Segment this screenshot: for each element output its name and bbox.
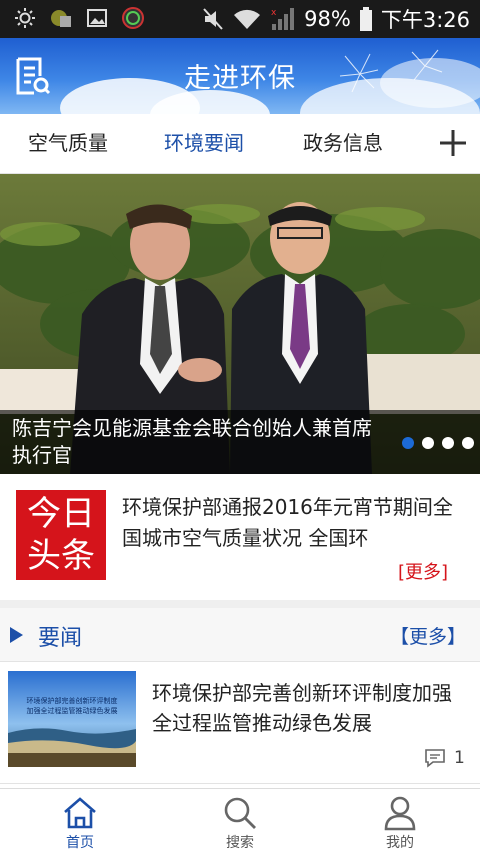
image-icon: [51, 10, 71, 27]
banner-carousel[interactable]: 陈吉宁会见能源基金会联合创始人兼首席执行官: [0, 174, 480, 474]
thumb-text: 加强全过程监管推动绿色发展: [27, 706, 118, 715]
nav-search[interactable]: 搜索: [160, 789, 320, 854]
plus-icon[interactable]: [438, 128, 468, 158]
signal-icon: x: [271, 8, 295, 30]
gallery-icon: [87, 9, 107, 27]
bottom-nav: 首页 搜索 我的: [0, 788, 480, 854]
badge-line: 头条: [27, 536, 95, 576]
home-icon: [64, 797, 96, 829]
carousel-indicator: [402, 437, 474, 449]
news-title[interactable]: 环境保护部完善创新环评制度加强全过程监管推动绿色发展: [152, 678, 462, 738]
battery-percent: 98%: [304, 7, 351, 31]
nav-profile[interactable]: 我的: [320, 789, 480, 854]
nav-home[interactable]: 首页: [0, 789, 160, 854]
thumb-text: 环境保护部完善创新环评制度: [27, 696, 118, 705]
headline-more-link[interactable]: [更多]: [398, 558, 448, 584]
clock: 下午3:26: [380, 8, 470, 32]
comment-icon: [425, 749, 445, 768]
comment-count: 1: [454, 748, 465, 768]
page-title: 走进环保: [184, 63, 296, 94]
user-icon: [384, 796, 416, 831]
headline-badge: 今日 头条: [16, 490, 106, 580]
meter-icon: [122, 7, 144, 29]
nav-label: 搜索: [226, 835, 254, 851]
section-title: 要闻: [38, 626, 83, 651]
carousel-dot[interactable]: [402, 437, 414, 449]
tab-environment-news[interactable]: 环境要闻: [164, 114, 244, 174]
nav-label: 我的: [386, 835, 414, 851]
wifi-icon: [234, 9, 261, 29]
carousel-dot[interactable]: [442, 437, 454, 449]
status-bar: x 98% 下午3:26: [0, 0, 480, 38]
carousel-dot[interactable]: [422, 437, 434, 449]
category-tabs: 空气质量 环境要闻 政务信息: [0, 114, 480, 174]
app-header: 走进环保: [0, 38, 480, 114]
tab-air-quality[interactable]: 空气质量: [28, 114, 108, 174]
mute-icon: [203, 8, 223, 30]
nav-label: 首页: [66, 835, 94, 851]
triangle-right-icon: [10, 627, 23, 643]
banner-caption[interactable]: 陈吉宁会见能源基金会联合创始人兼首席执行官: [12, 415, 390, 469]
today-headline[interactable]: 今日 头条 环境保护部通报2016年元宵节期间全国城市空气质量状况 全国环 [更…: [0, 474, 480, 608]
battery-icon: [359, 7, 372, 31]
headline-text[interactable]: 环境保护部通报2016年元宵节期间全国城市空气质量状况 全国环: [122, 492, 462, 554]
badge-line: 今日: [27, 494, 95, 534]
news-thumbnail: 环境保护部完善创新环评制度 加强全过程监管推动绿色发展: [8, 671, 136, 767]
section-more-link[interactable]: 【更多】: [390, 622, 466, 649]
search-icon: [224, 797, 256, 829]
tab-government-info[interactable]: 政务信息: [303, 114, 383, 174]
news-section-header: 要闻 【更多】: [0, 608, 480, 662]
svg-text:x: x: [271, 8, 277, 18]
list-item[interactable]: 环境保护部完善创新环评制度 加强全过程监管推动绿色发展 环境保护部完善创新环评制…: [0, 662, 480, 784]
brightness-icon: [15, 8, 35, 28]
carousel-dot[interactable]: [462, 437, 474, 449]
